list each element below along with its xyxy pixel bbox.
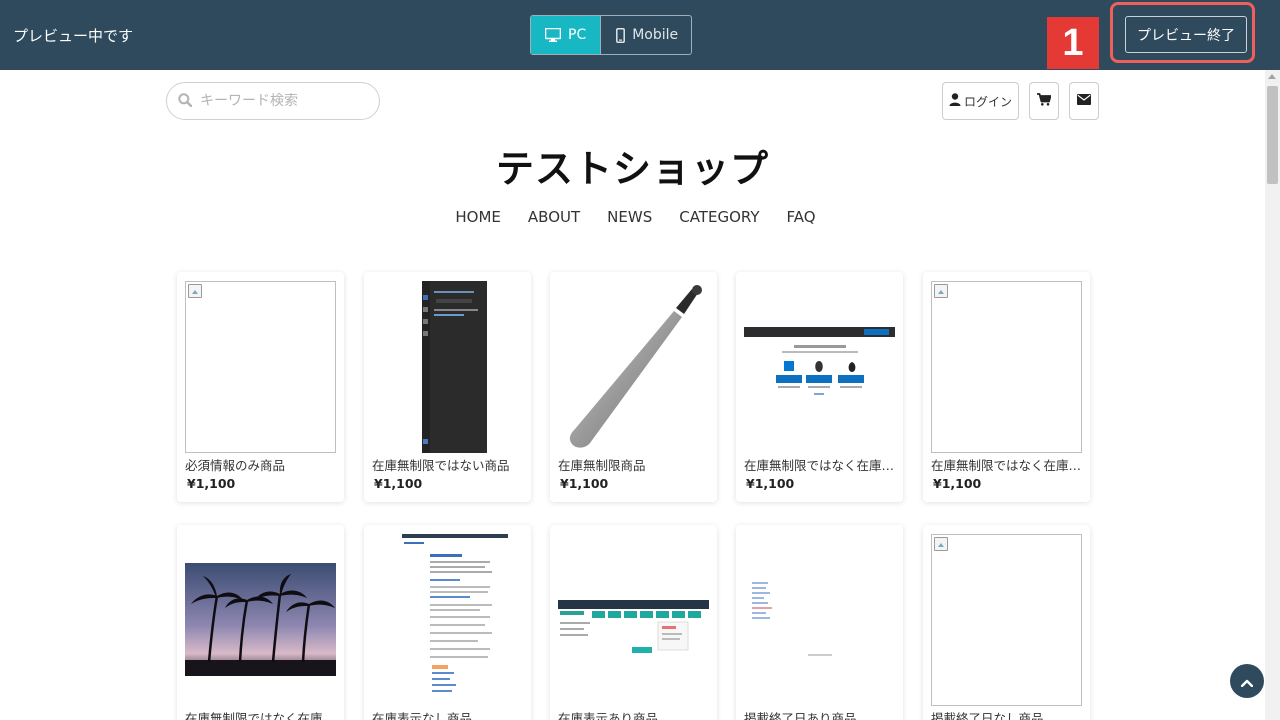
nav-home[interactable]: HOME — [455, 208, 501, 226]
back-to-top-button[interactable] — [1230, 664, 1264, 698]
main-nav: HOME ABOUT NEWS CATEGORY FAQ — [0, 208, 1265, 226]
product-price: ¥1,100 — [187, 476, 236, 491]
product-name[interactable]: 在庫無制限ではなく在庫表示なし商品 — [931, 455, 1082, 474]
product-card[interactable]: 必須情報のみ商品 ¥1,100 — [177, 272, 344, 502]
palm-trees-sunset-image — [185, 563, 336, 676]
blank-page-screenshot-image — [752, 582, 832, 656]
search-icon — [178, 92, 193, 111]
pc-view-label: PC — [568, 27, 587, 43]
product-card[interactable]: 在庫無制限ではなく在庫表示あり商品 — [177, 525, 344, 720]
shop-title: テストショップ — [495, 147, 769, 191]
product-card[interactable]: 在庫表示なし商品 — [364, 525, 531, 720]
mobile-phone-icon — [616, 27, 626, 43]
mobile-view-button[interactable]: Mobile — [600, 16, 691, 54]
preview-status-label: プレビュー中です — [13, 27, 134, 45]
product-price: ¥1,100 — [746, 476, 795, 491]
broken-image-placeholder — [185, 281, 336, 453]
broken-image-icon — [188, 284, 202, 298]
product-card[interactable]: 掲載終了日なし商品 — [923, 525, 1090, 720]
download-page-screenshot-image — [744, 327, 895, 407]
device-toggle: PC Mobile — [530, 15, 693, 55]
product-image[interactable] — [185, 281, 336, 453]
nav-faq[interactable]: FAQ — [787, 208, 816, 226]
product-price: ¥1,100 — [933, 476, 982, 491]
search-box — [166, 82, 380, 120]
product-image[interactable] — [372, 281, 523, 453]
product-image[interactable] — [558, 281, 709, 453]
broken-image-placeholder — [931, 534, 1082, 706]
broken-image-placeholder — [931, 281, 1082, 453]
product-name[interactable]: 掲載終了日なし商品 — [931, 708, 1082, 720]
product-name[interactable]: 在庫無制限ではなく在庫表示あり商品 — [744, 455, 895, 474]
product-card[interactable]: 在庫無制限ではなく在庫表示なし商品 ¥1,100 — [923, 272, 1090, 502]
pc-view-button[interactable]: PC — [531, 16, 601, 54]
product-price: ¥1,100 — [560, 476, 609, 491]
login-button[interactable]: ログイン — [942, 82, 1019, 120]
desktop-icon — [545, 28, 561, 42]
product-image[interactable] — [558, 534, 709, 706]
product-image[interactable] — [372, 534, 523, 706]
cart-button[interactable] — [1029, 82, 1059, 120]
product-card[interactable]: 在庫無制限ではなく在庫表示あり商品 ¥1,100 — [736, 272, 903, 502]
broken-image-icon — [934, 284, 948, 298]
login-label: ログイン — [963, 94, 1012, 109]
product-image[interactable] — [931, 534, 1082, 706]
product-card[interactable]: 掲載終了日あり商品 — [736, 525, 903, 720]
broken-image-icon — [934, 537, 948, 551]
product-name[interactable]: 在庫表示なし商品 — [372, 708, 523, 720]
contact-button[interactable] — [1069, 82, 1099, 120]
dashboard-screenshot-image — [558, 600, 709, 654]
product-image[interactable] — [185, 534, 336, 706]
product-name[interactable]: 掲載終了日あり商品 — [744, 708, 895, 720]
user-icon — [949, 93, 961, 109]
product-name[interactable]: 在庫無制限商品 — [558, 455, 709, 474]
product-image[interactable] — [744, 534, 895, 706]
product-price: ¥1,100 — [374, 476, 423, 491]
product-name[interactable]: 在庫無制限ではなく在庫表示あり商品 — [185, 708, 336, 720]
product-card[interactable]: 在庫表示あり商品 — [550, 525, 717, 720]
envelope-icon — [1077, 94, 1091, 108]
scrollbar-thumb[interactable] — [1267, 86, 1278, 184]
product-name[interactable]: 在庫無制限ではない商品 — [372, 455, 523, 474]
product-card[interactable]: 在庫無制限ではない商品 ¥1,100 — [364, 272, 531, 502]
end-preview-button[interactable]: プレビュー終了 — [1125, 16, 1247, 53]
document-screenshot-image — [402, 534, 508, 706]
chevron-up-icon — [1240, 672, 1254, 691]
step-number-badge: 1 — [1047, 17, 1099, 69]
product-card[interactable]: 在庫無制限商品 ¥1,100 — [550, 272, 717, 502]
scroll-up-arrow-icon[interactable] — [1268, 74, 1276, 79]
product-image[interactable] — [744, 281, 895, 453]
mobile-view-label: Mobile — [632, 27, 679, 43]
product-name[interactable]: 在庫表示あり商品 — [558, 708, 709, 720]
shopping-cart-icon — [1037, 93, 1052, 109]
nav-about[interactable]: ABOUT — [528, 208, 580, 226]
nav-news[interactable]: NEWS — [607, 208, 652, 226]
search-input[interactable] — [200, 93, 360, 109]
baseball-bat-image — [569, 285, 702, 448]
product-name[interactable]: 必須情報のみ商品 — [185, 455, 336, 474]
dark-app-screenshot-image — [422, 281, 487, 453]
nav-category[interactable]: CATEGORY — [679, 208, 759, 226]
product-image[interactable] — [931, 281, 1082, 453]
